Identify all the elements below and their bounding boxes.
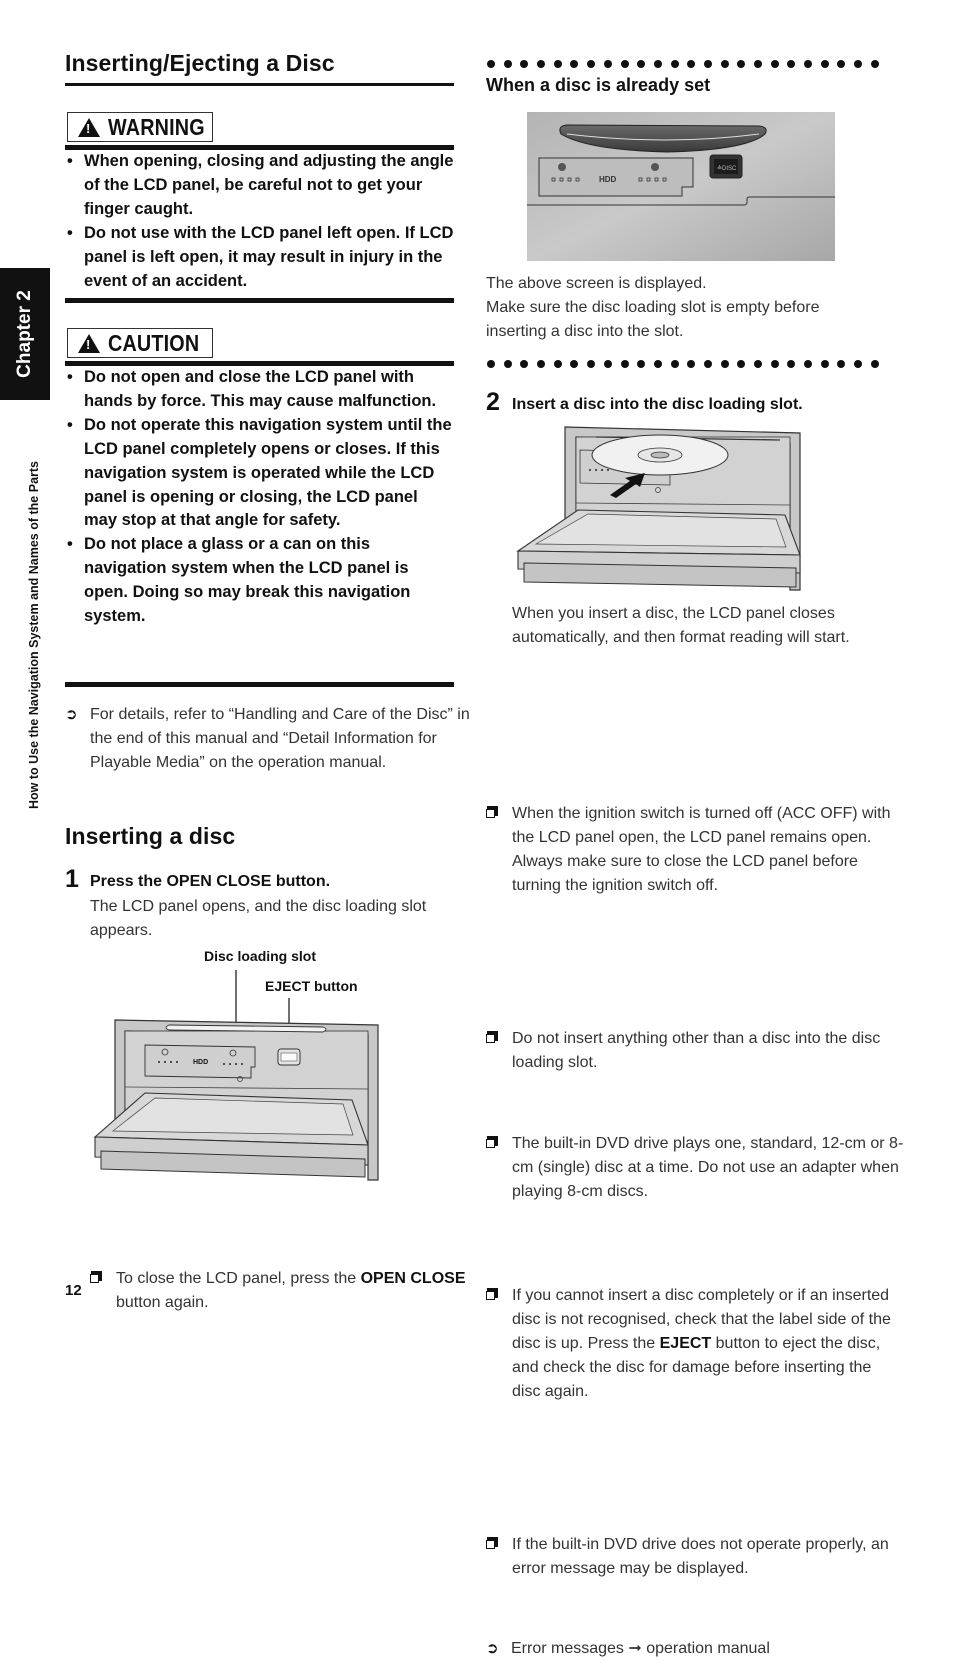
already-set-text-2: Make sure the disc loading slot is empty… [486, 299, 820, 340]
step-desc: The LCD panel opens, and the disc loadin… [90, 898, 427, 939]
right-arrow-icon: ➞ [628, 1640, 642, 1657]
note-checkbox-icon [486, 1031, 498, 1043]
close-note-pre: To close the LCD panel, press the [116, 1270, 361, 1287]
title-rule [65, 83, 454, 86]
note-item: The built-in DVD drive plays one, standa… [486, 1132, 904, 1204]
reference-text: For details, refer to “Handling and Care… [90, 706, 470, 771]
already-set-text-1: The above screen is displayed. [486, 275, 707, 292]
step-title: Press the OPEN CLOSE button. [90, 873, 330, 891]
step-title-bold: OPEN CLOSE [166, 873, 272, 890]
note-item: When the ignition switch is turned off (… [486, 802, 904, 898]
subheading-already-set: When a disc is already set [486, 75, 711, 95]
photo-hdd-label: HDD [599, 175, 617, 184]
error-ref-post: operation manual [641, 1640, 770, 1657]
caution-triangle-icon [78, 333, 100, 353]
chapter-tab: Chapter 2 [0, 268, 50, 400]
device-illustration-insert [516, 426, 801, 591]
note-checkbox-icon [486, 1288, 498, 1300]
page-number: 12 [65, 1282, 82, 1299]
close-note-post: button again. [116, 1294, 209, 1311]
panel-hdd-label: HDD [193, 1059, 208, 1066]
callout-disc-slot: Disc loading slot [204, 948, 317, 964]
photo-eject-label: ≙DISC [717, 165, 737, 172]
caution-rule-bottom [65, 682, 454, 687]
chapter-label: Chapter 2 [14, 290, 35, 378]
warning-label: WARNING [108, 113, 205, 140]
dotted-separator [487, 60, 879, 70]
step-number-2: 2 [486, 388, 500, 416]
step-desc-2: When you insert a disc, the LCD panel cl… [512, 605, 850, 646]
section-side-title: How to Use the Navigation System and Nam… [22, 405, 46, 865]
step-title-pre: Press the [90, 873, 167, 890]
reference-arrow-icon: ➲ [65, 706, 78, 723]
error-reference: ➲ Error messages ➞ operation manual [486, 1637, 903, 1661]
device-illustration-open: HDD [93, 970, 379, 1181]
note-text: Do not insert anything other than a disc… [512, 1030, 881, 1071]
section-side-title-text: How to Use the Navigation System and Nam… [27, 461, 41, 809]
warning-item: Do not use with the LCD panel left open.… [65, 222, 455, 294]
note-item: If the built-in DVD drive does not opera… [486, 1533, 904, 1581]
caution-item: Do not operate this navigation system un… [65, 414, 455, 534]
close-note-bold: OPEN CLOSE [360, 1270, 466, 1287]
warning-label-box: WARNING [67, 112, 213, 142]
caution-label-box: CAUTION [67, 328, 213, 358]
screen-photo: HDD ≙DISC [527, 112, 835, 261]
note-checkbox-icon [486, 1136, 498, 1148]
note-text: When the ignition switch is turned off (… [512, 805, 891, 894]
note-checkbox-icon [90, 1271, 102, 1283]
dotted-separator-2 [487, 360, 879, 370]
step-title-post: button. [271, 873, 331, 890]
reference-note: ➲ For details, refer to “Handling and Ca… [65, 703, 480, 775]
note-checkbox-icon [486, 1537, 498, 1549]
step-title-2: Insert a disc into the disc loading slot… [512, 396, 803, 413]
note-text-bold: EJECT [659, 1335, 712, 1352]
note-item: If you cannot insert a disc completely o… [486, 1284, 904, 1404]
warning-item: When opening, closing and adjusting the … [65, 150, 455, 222]
close-note: To close the LCD panel, press the OPEN C… [90, 1267, 476, 1315]
caution-list: Do not open and close the LCD panel with… [65, 366, 455, 629]
reference-arrow-icon: ➲ [486, 1640, 499, 1657]
warning-rule-bottom [65, 298, 454, 303]
section-heading: Inserting a disc [65, 823, 236, 849]
caution-item: Do not place a glass or a can on this na… [65, 533, 455, 629]
error-ref-pre: Error messages [511, 1640, 629, 1657]
note-checkbox-icon [486, 806, 498, 818]
note-text: The built-in DVD drive plays one, standa… [512, 1135, 904, 1200]
warning-list: When opening, closing and adjusting the … [65, 150, 455, 293]
caution-item: Do not open and close the LCD panel with… [65, 366, 455, 414]
step-number: 1 [65, 865, 79, 893]
page-title: Inserting/Ejecting a Disc [65, 50, 335, 76]
warning-triangle-icon [78, 117, 100, 137]
caution-label: CAUTION [108, 329, 200, 356]
note-text: If the built-in DVD drive does not opera… [512, 1536, 889, 1577]
note-item: Do not insert anything other than a disc… [486, 1027, 904, 1075]
